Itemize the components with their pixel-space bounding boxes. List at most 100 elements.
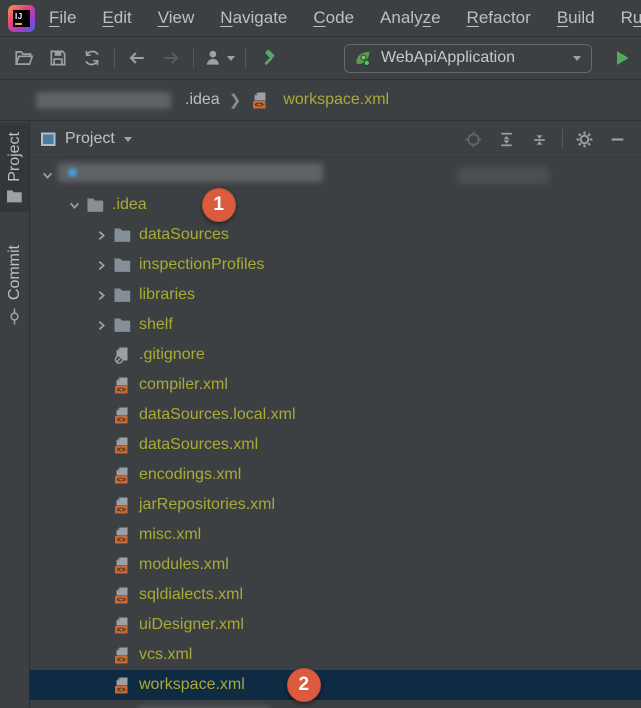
collapse-all-icon[interactable] [527, 127, 551, 151]
toolbar-separator [114, 48, 115, 68]
tool-window-tab-commit[interactable]: Commit [0, 236, 29, 334]
menu-item-build[interactable]: Build [557, 8, 595, 28]
tree-row-modules.xml[interactable]: <>modules.xml [30, 550, 641, 580]
build-hammer-icon[interactable] [256, 46, 280, 70]
chevron-down-icon [573, 56, 581, 61]
tree-row-libraries[interactable]: libraries [30, 280, 641, 310]
save-all-icon[interactable] [46, 46, 70, 70]
svg-text:<>: <> [117, 507, 127, 515]
tree-node-label: misc.xml [139, 526, 201, 544]
redacted-project-name [36, 92, 171, 109]
settings-gear-icon[interactable] [572, 127, 596, 151]
menu-item-analyze[interactable]: Analyze [380, 8, 441, 28]
tree-row-dataSources.xml[interactable]: <>dataSources.xml [30, 430, 641, 460]
svg-text:<>: <> [117, 627, 127, 635]
user-profile-icon[interactable] [204, 48, 235, 68]
xml-file-icon: <> [112, 646, 132, 665]
tree-node-label: dataSources [139, 226, 229, 244]
main-toolbar: WebApiApplication [0, 37, 641, 80]
header-separator [562, 129, 563, 149]
tree-node-label: .idea [112, 196, 147, 214]
tree-row-shelf[interactable]: shelf [30, 310, 641, 340]
toolbar-separator [245, 48, 246, 68]
spring-boot-icon [353, 48, 373, 68]
chevron-down-icon [227, 56, 235, 61]
project-panel-header: Project [30, 121, 641, 158]
xml-file-icon: <> [112, 676, 132, 695]
menu-item-run[interactable]: Run [621, 8, 641, 28]
gitignore-file-icon [112, 346, 132, 365]
tree-chevron-collapsed-icon[interactable] [90, 319, 112, 332]
tree-row-encodings.xml[interactable]: <>encodings.xml [30, 460, 641, 490]
xml-file-icon: <> [112, 376, 132, 395]
svg-text:<>: <> [117, 597, 127, 605]
svg-text:<>: <> [117, 567, 127, 575]
breadcrumb-file[interactable]: workspace.xml [283, 91, 389, 109]
svg-text:<>: <> [117, 477, 127, 485]
tree-node-label: vcs.xml [139, 646, 192, 664]
tool-window-bar: Project Commit [0, 121, 30, 708]
tree-row-.gitignore[interactable]: .gitignore [30, 340, 641, 370]
tree-row-uiDesigner.xml[interactable]: <> uiDesigner.xml [30, 610, 641, 640]
hide-panel-icon[interactable] [605, 127, 629, 151]
tree-row-redacted[interactable] [30, 160, 641, 190]
xml-file-icon: <> [112, 466, 132, 485]
tree-row-compiler.xml[interactable]: <> compiler.xml [30, 370, 641, 400]
svg-text:<>: <> [117, 537, 127, 545]
intellij-logo-monogram: IJ [13, 10, 30, 27]
svg-text:<>: <> [117, 687, 127, 695]
folder-icon [6, 189, 23, 204]
menu-item-view[interactable]: View [158, 8, 195, 28]
tree-node-label: sqldialects.xml [139, 586, 243, 604]
menu-item-refactor[interactable]: Refactor [467, 8, 531, 28]
tree-chevron-expanded-icon[interactable] [36, 169, 58, 182]
back-icon[interactable] [125, 46, 149, 70]
tree-chevron-collapsed-icon[interactable] [90, 289, 112, 302]
forward-icon[interactable] [159, 46, 183, 70]
expand-all-icon[interactable] [494, 127, 518, 151]
tree-row-jarRepositories.xml[interactable]: <> jarRepositories.xml [30, 490, 641, 520]
chevron-down-icon[interactable] [124, 137, 132, 142]
run-button[interactable] [610, 46, 634, 70]
tree-node-label: uiDesigner.xml [139, 616, 244, 634]
menu-item-navigate[interactable]: Navigate [220, 8, 287, 28]
xml-file-icon: <> [112, 436, 132, 455]
tree-node-label: compiler.xml [139, 376, 228, 394]
tree-node-label: inspectionProfiles [139, 256, 264, 274]
tree-chevron-collapsed-icon[interactable] [90, 259, 112, 272]
tree-row-dataSources[interactable]: dataSources [30, 220, 641, 250]
panel-title[interactable]: Project [65, 130, 115, 148]
tree-row-redacted[interactable] [30, 700, 641, 708]
svg-text:<>: <> [117, 417, 127, 425]
tree-row-workspace.xml[interactable]: <>workspace.xml2 [30, 670, 641, 700]
xml-file-icon: <> [112, 616, 132, 635]
project-view-icon [40, 131, 57, 148]
xml-file-icon: <> [112, 526, 132, 545]
folder-icon [85, 197, 105, 213]
open-project-icon[interactable] [12, 46, 36, 70]
synchronize-icon[interactable] [80, 46, 104, 70]
tree-row-misc.xml[interactable]: <> misc.xml [30, 520, 641, 550]
tree-chevron-collapsed-icon[interactable] [90, 229, 112, 242]
tree-row-dataSources.local.xml[interactable]: <> dataSources.local.xml [30, 400, 641, 430]
tool-window-tab-project[interactable]: Project [0, 123, 29, 212]
svg-text:<>: <> [117, 387, 127, 395]
run-configuration-name: WebApiApplication [381, 49, 570, 67]
tree-node-label: jarRepositories.xml [139, 496, 275, 514]
menu-item-edit[interactable]: Edit [102, 8, 131, 28]
folder-icon [112, 317, 132, 333]
commit-icon [6, 307, 23, 326]
locate-file-icon[interactable] [461, 127, 485, 151]
tree-row-.idea[interactable]: .idea1 [30, 190, 641, 220]
menu-item-file[interactable]: File [49, 8, 76, 28]
tree-row-sqldialects.xml[interactable]: <> sqldialects.xml [30, 580, 641, 610]
menu-item-code[interactable]: Code [313, 8, 354, 28]
tree-chevron-expanded-icon[interactable] [63, 199, 85, 212]
tree-row-vcs.xml[interactable]: <> vcs.xml [30, 640, 641, 670]
tree-node-label: dataSources.local.xml [139, 406, 296, 424]
breadcrumb-dir[interactable]: .idea [185, 91, 220, 109]
menu-bar: IJ File Edit View Navigate Code Analyze Refact… [0, 0, 641, 37]
tree-row-inspectionProfiles[interactable]: inspectionProfiles [30, 250, 641, 280]
run-configuration-select[interactable]: WebApiApplication [344, 44, 592, 73]
xml-file-icon: <> [112, 496, 132, 515]
